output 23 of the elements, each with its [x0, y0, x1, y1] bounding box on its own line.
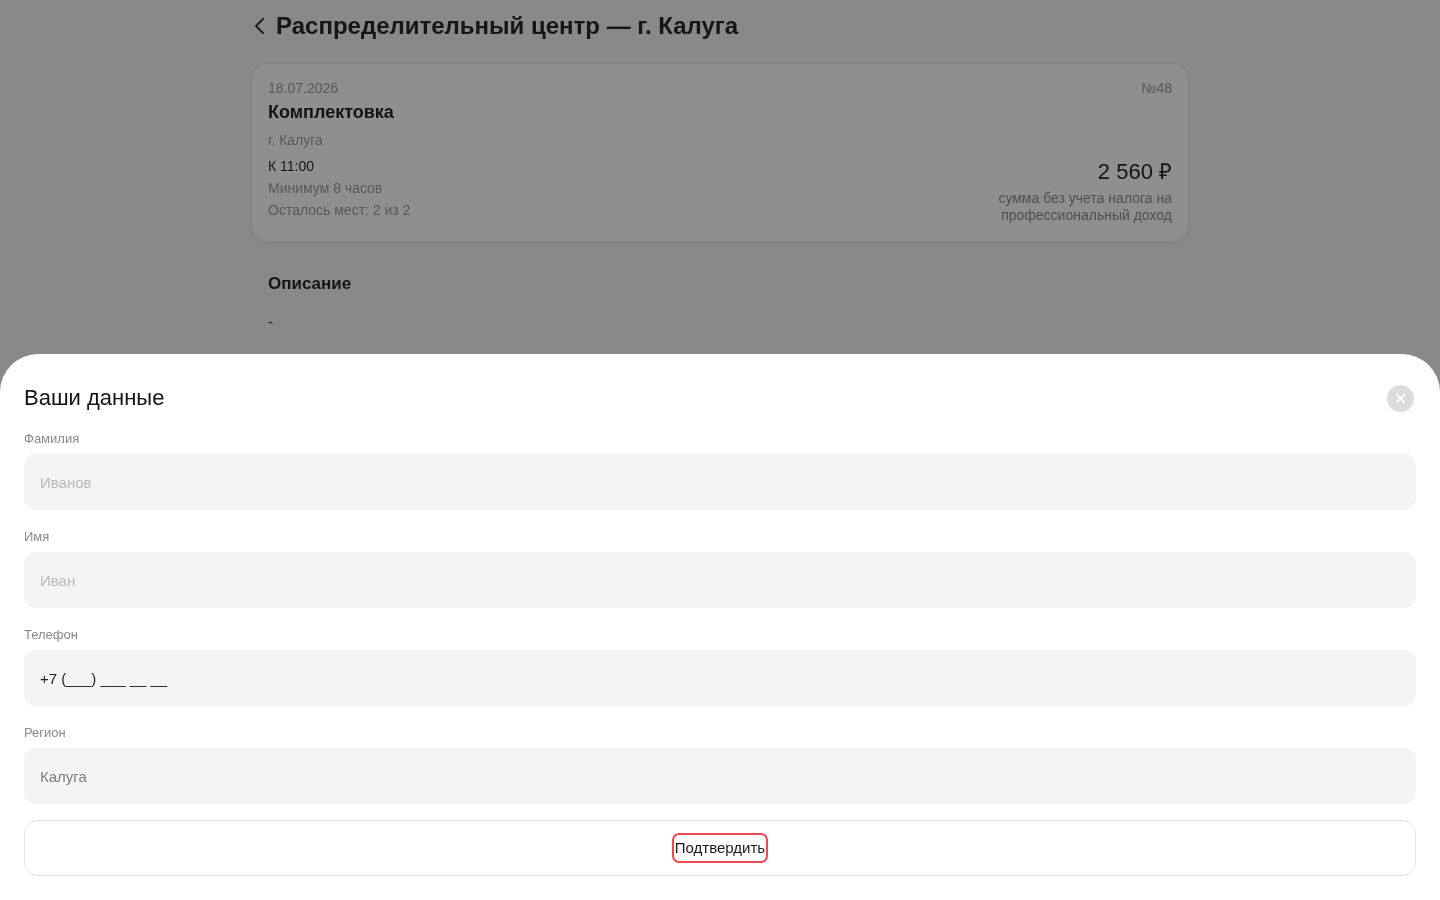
price-text: 2 560 ₽	[1097, 158, 1172, 186]
input-field[interactable]: +7 (___) ___ __ __	[24, 650, 1416, 706]
field-label: Фамилия	[24, 431, 81, 447]
close-icon	[1396, 393, 1405, 403]
start-time: К 11:00	[268, 157, 316, 176]
sheet-title: Ваши данные	[24, 384, 165, 412]
section-heading: Описание	[268, 274, 353, 294]
order-number: №48	[1141, 79, 1172, 97]
field-label: Имя	[24, 529, 51, 545]
price-note: сумма без учета налога на профессиональный доход	[997, 190, 1172, 224]
description-text: -	[268, 312, 274, 332]
duration-text: Минимум 8 часов	[268, 179, 384, 198]
field-label: Телефон	[24, 627, 79, 643]
input-field[interactable]: Иван	[24, 552, 1416, 608]
shift-title: Комплектовка	[268, 101, 395, 124]
page-title: Распределительный центр — г. Калуга	[276, 11, 739, 41]
input-field[interactable]: Иванов	[24, 454, 1416, 510]
places-text: Осталось мест: 2 из 2	[268, 201, 411, 220]
confirm-button[interactable]: Подтвердить	[24, 820, 1416, 876]
city-text: г. Калуга	[268, 131, 324, 150]
field-label: Регион	[24, 725, 67, 741]
chevron-left-icon[interactable]	[255, 18, 264, 34]
date-text: 18.07.2026	[268, 79, 340, 97]
